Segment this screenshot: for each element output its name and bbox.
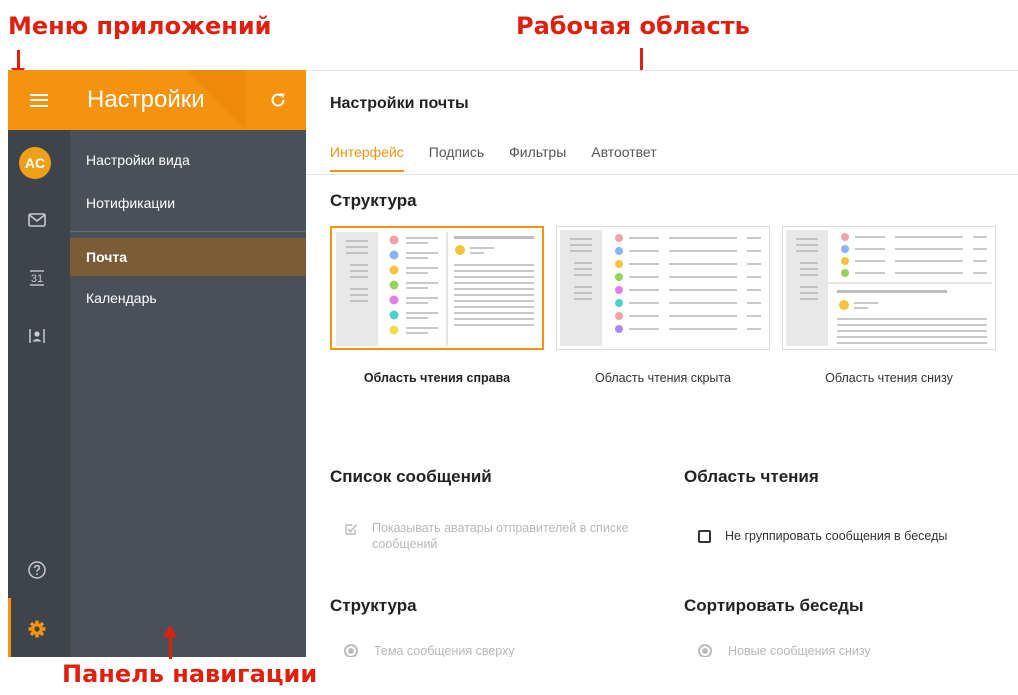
reading-pane-preview [454, 236, 534, 326]
nav-title: Настройки [87, 86, 205, 113]
layout-preview-bottom [786, 230, 992, 346]
contacts-icon[interactable] [27, 326, 47, 346]
mail-icon[interactable] [27, 210, 47, 230]
no-group-option[interactable]: Не группировать сообщения в беседы [698, 529, 947, 545]
annotation-workspace: Рабочая область [516, 12, 750, 40]
nav-item-label: Нотификации [86, 195, 176, 211]
nav-header: Настройки [70, 70, 306, 130]
tab-signature[interactable]: Подпись [429, 144, 484, 172]
nav-item-label: Почта [86, 249, 128, 265]
nav-item-calendar[interactable]: Календарь [70, 283, 306, 313]
help-icon[interactable] [27, 560, 47, 580]
tab-interface[interactable]: Интерфейс [330, 144, 404, 172]
no-group-label: Не группировать сообщения в беседы [725, 529, 948, 543]
layout-label-right[interactable]: Область чтения справа [330, 371, 544, 385]
annotation-apps-menu: Меню приложений [8, 12, 272, 40]
tab-filters[interactable]: Фильтры [509, 144, 566, 172]
annotation-arrow-apps [11, 50, 25, 80]
layout-preview-right [336, 232, 534, 346]
layout-option-reading-hidden[interactable] [556, 226, 770, 350]
nav-item-mail[interactable]: Почта [70, 238, 306, 276]
tabs-divider [306, 174, 1018, 175]
structure2-heading: Структура [330, 596, 417, 615]
nav-item-view-settings[interactable]: Настройки вида [70, 145, 306, 175]
apps-menu-button[interactable] [8, 70, 70, 130]
layout-option-reading-bottom[interactable] [782, 226, 996, 350]
layout-option-reading-right[interactable] [330, 226, 544, 350]
page-title: Настройки почты [330, 95, 469, 112]
workspace: Настройки почты Интерфейс Подпись Фильтр… [306, 70, 1018, 657]
menu-icon [30, 93, 48, 107]
app-rail: AC 31 [8, 70, 70, 657]
calendar-day-number: 31 [31, 273, 43, 285]
reading-area-heading: Область чтения [684, 467, 819, 486]
settings-tabs: Интерфейс Подпись Фильтры Автоответ [330, 144, 682, 172]
layout-preview-hidden [560, 230, 761, 346]
rail-active-indicator [8, 598, 11, 657]
checkbox-checked-disabled-icon [345, 523, 358, 535]
message-list-heading: Список сообщений [330, 467, 492, 486]
nav-item-notifications[interactable]: Нотификации [70, 188, 306, 218]
gear-icon[interactable] [27, 619, 47, 639]
annotation-arrow-workspace [634, 48, 648, 82]
nav-item-label: Календарь [86, 290, 157, 306]
structure-heading: Структура [330, 191, 417, 210]
layout-label-hidden[interactable]: Область чтения скрыта [556, 371, 770, 385]
refresh-icon[interactable] [268, 90, 288, 110]
nav-item-label: Настройки вида [86, 152, 190, 168]
annotation-nav-panel: Панель навигации [62, 660, 318, 688]
no-group-checkbox[interactable] [698, 530, 711, 543]
radio-selected-icon[interactable] [698, 644, 712, 657]
avatar[interactable]: AC [19, 147, 51, 179]
navigation-panel: Настройки Настройки вида Нотификации Поч… [70, 70, 306, 657]
message-list-preview [389, 235, 438, 335]
calendar-icon[interactable]: 31 [27, 268, 47, 288]
show-avatars-label: Показывать аватары отправителей в списке… [372, 521, 629, 551]
annotation-arrow-nav [163, 625, 177, 659]
sort-heading: Сортировать беседы [684, 596, 864, 615]
topic-top-label: Тема сообщения сверху [374, 644, 515, 657]
new-bottom-label: Новые сообщения снизу [728, 644, 871, 657]
nav-divider [70, 231, 306, 232]
layout-label-bottom[interactable]: Область чтения снизу [782, 371, 996, 385]
radio-selected-icon[interactable] [344, 644, 358, 657]
tab-autoreply[interactable]: Автоответ [591, 144, 656, 172]
show-avatars-option[interactable]: Показывать аватары отправителей в списке… [344, 521, 674, 552]
new-bottom-option[interactable]: Новые сообщения снизу [698, 644, 871, 657]
topic-top-option[interactable]: Тема сообщения сверху [344, 644, 515, 657]
